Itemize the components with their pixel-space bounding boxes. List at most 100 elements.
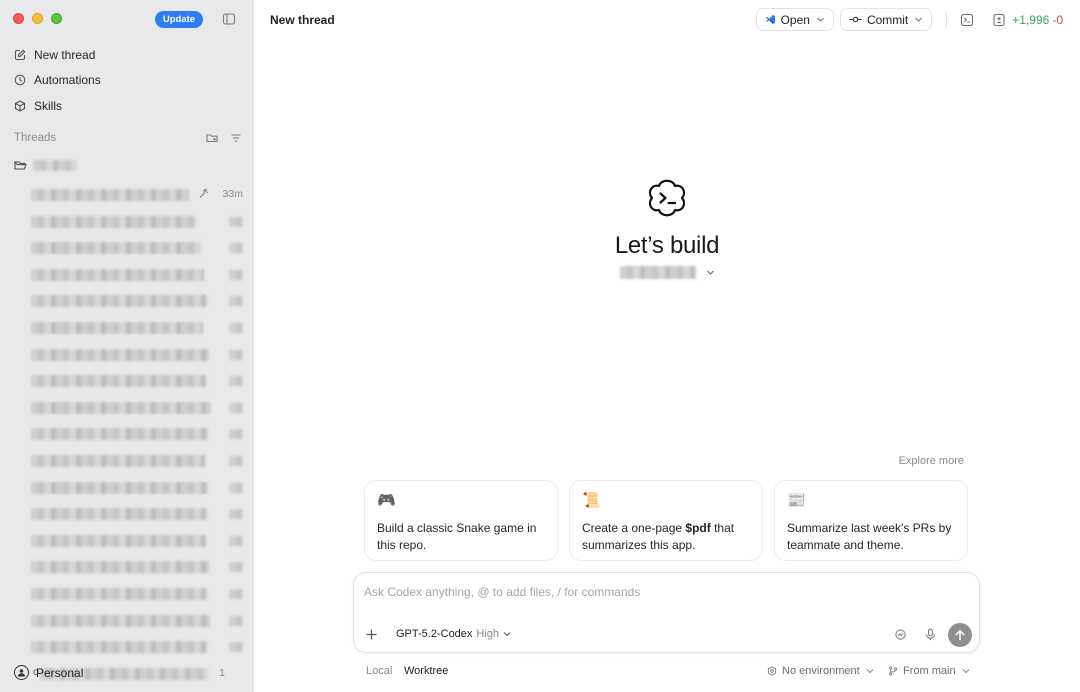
suggestion-card-prs[interactable]: 📰 Summarize last week's PRs by teammate …: [774, 480, 968, 561]
branch-selector[interactable]: From main: [888, 665, 971, 677]
terminal-icon[interactable]: [960, 13, 974, 27]
open-in-editor-button[interactable]: Open: [755, 8, 834, 31]
repo-name-redacted: [619, 266, 696, 279]
suggestion-card-snake[interactable]: 🎮 Build a classic Snake game in this rep…: [364, 480, 558, 561]
thread-time-redacted: [229, 243, 243, 254]
thread-title-redacted: [31, 242, 201, 255]
thread-item[interactable]: [31, 530, 243, 557]
thread-item[interactable]: [31, 503, 243, 530]
thread-list: 33m o 1: [31, 184, 243, 689]
nav-label: Skills: [34, 98, 63, 113]
thread-time: 33m: [222, 188, 243, 200]
mode-worktree-tab[interactable]: Worktree: [404, 665, 448, 677]
sidebar-nav: New thread Automations Skills: [14, 42, 101, 119]
update-button[interactable]: Update: [155, 11, 203, 28]
thread-title-redacted: [31, 561, 209, 574]
suggestion-text: Summarize last week's PRs by teammate an…: [787, 521, 952, 552]
window-controls: [13, 13, 62, 24]
nav-automations[interactable]: Automations: [14, 68, 101, 94]
new-folder-icon[interactable]: [206, 132, 218, 144]
commit-label: Commit: [866, 12, 909, 27]
project-folder[interactable]: [14, 159, 77, 172]
thread-item[interactable]: [31, 397, 243, 424]
thread-item[interactable]: [31, 317, 243, 344]
filter-icon[interactable]: [230, 132, 242, 144]
model-selector[interactable]: GPT-5.2-Codex High: [396, 628, 511, 640]
diff-removed-count: -0: [1052, 12, 1063, 27]
thread-time-redacted: [229, 615, 243, 626]
thread-time-redacted: [229, 588, 243, 599]
thread-time-redacted: [229, 269, 243, 280]
thread-time-redacted: [229, 216, 243, 227]
thread-title-redacted: [31, 508, 207, 521]
top-actions: Open Commit +1,996 -0: [755, 8, 1080, 31]
thread-title-redacted: [31, 534, 206, 547]
thread-item[interactable]: [31, 264, 243, 291]
nav-label: New thread: [34, 47, 96, 62]
thread-title-redacted: [31, 401, 211, 414]
mode-local-tab[interactable]: Local: [366, 665, 392, 677]
add-attachment-icon[interactable]: [365, 628, 378, 641]
thread-title-redacted: [31, 215, 196, 228]
thread-time-redacted: [229, 429, 243, 440]
repo-selector[interactable]: [619, 266, 715, 279]
nav-new-thread[interactable]: New thread: [14, 42, 101, 68]
zoom-window-button[interactable]: [51, 13, 62, 24]
thread-time-redacted: [229, 349, 243, 360]
thread-item[interactable]: [31, 237, 243, 264]
thread-item[interactable]: [31, 344, 243, 371]
prompt-input[interactable]: Ask Codex anything, @ to add files, / fo…: [364, 585, 640, 599]
suggestion-card-pdf[interactable]: 📜 Create a one-page $pdf that summarizes…: [569, 480, 763, 561]
thread-item[interactable]: [31, 556, 243, 583]
minimize-window-button[interactable]: [32, 13, 43, 24]
clock-icon: [14, 75, 26, 86]
close-window-button[interactable]: [13, 13, 24, 24]
diff-icon[interactable]: [992, 13, 1006, 27]
toggle-sidebar-icon[interactable]: [222, 12, 236, 26]
thread-title-redacted: [31, 375, 206, 388]
thread-item[interactable]: [31, 477, 243, 504]
context-gauge-icon[interactable]: [894, 628, 907, 641]
thread-item[interactable]: [31, 610, 243, 637]
account-switcher[interactable]: Personal: [14, 665, 83, 680]
divider: [946, 11, 948, 28]
explore-more-link[interactable]: Explore more: [899, 455, 964, 467]
codex-cloud-terminal-icon: [648, 179, 686, 217]
chevron-down-icon: [706, 270, 714, 275]
prompt-composer[interactable]: Ask Codex anything, @ to add files, / fo…: [353, 572, 980, 653]
nav-skills[interactable]: Skills: [14, 93, 101, 119]
project-name-redacted: [33, 160, 77, 171]
sidebar: Update New thread Automations Skills Thr…: [0, 0, 253, 692]
thread-time-redacted: [229, 402, 243, 413]
thread-title-redacted: [31, 587, 207, 600]
reasoning-effort: High: [476, 628, 500, 640]
settings-gear-icon: [767, 666, 777, 676]
environment-selector[interactable]: No environment: [767, 665, 875, 677]
account-icon: [14, 665, 29, 680]
open-label: Open: [780, 12, 810, 27]
suggestion-text: Build a classic Snake game in this repo.: [377, 521, 537, 552]
send-button[interactable]: [948, 623, 972, 647]
thread-title-redacted: [31, 189, 189, 201]
thread-item[interactable]: [31, 450, 243, 477]
cube-icon: [14, 100, 26, 112]
thread-time-redacted: [229, 482, 243, 493]
thread-item[interactable]: [31, 211, 243, 238]
chevron-down-icon: [817, 17, 824, 22]
thread-title-redacted: [31, 481, 208, 494]
thread-item[interactable]: [31, 583, 243, 610]
thread-item[interactable]: [31, 290, 243, 317]
thread-item[interactable]: [31, 370, 243, 397]
git-branch-icon: [888, 666, 898, 676]
worktree-fork-icon: [199, 189, 208, 198]
chevron-down-icon: [503, 632, 511, 637]
thread-item[interactable]: [31, 423, 243, 450]
thread-time: 1: [219, 666, 225, 679]
thread-item[interactable]: [31, 636, 243, 663]
thread-time-redacted: [229, 322, 243, 333]
thread-item[interactable]: 33m: [31, 184, 243, 211]
microphone-icon[interactable]: [924, 628, 937, 641]
thread-time-redacted: [229, 509, 243, 520]
thread-time-redacted: [229, 562, 243, 573]
commit-button[interactable]: Commit: [839, 8, 933, 31]
